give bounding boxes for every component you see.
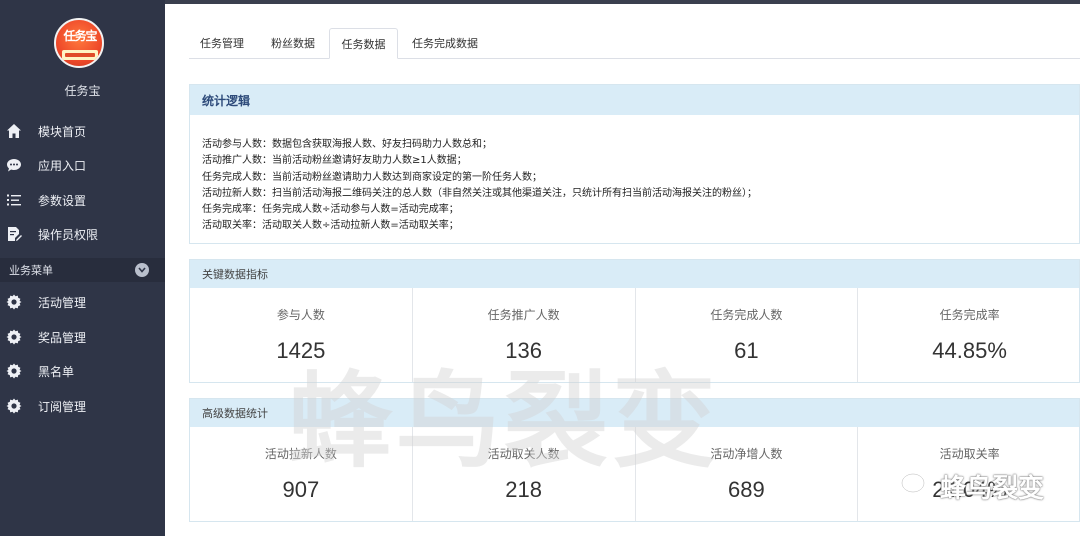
tab-task-data[interactable]: 任务数据 (329, 28, 398, 59)
sidebar-item-label: 黑名单 (38, 364, 75, 379)
sidebar-section-business-menu[interactable]: 业务菜单 (0, 258, 165, 282)
sidebar-item-params[interactable]: 参数设置 (0, 183, 165, 217)
gear-icon (6, 398, 22, 414)
metric-card: 活动净增人数 689 (636, 427, 859, 521)
metric-label: 任务完成率 (939, 308, 1000, 322)
app-name: 任务宝 (64, 84, 101, 98)
statistics-logic-panel: 统计逻辑 活动参与人数：数据包含获取海报人数、好友扫码助力人数总和； 活动推广人… (189, 84, 1080, 244)
sidebar-item-prize-management[interactable]: 奖品管理 (0, 320, 165, 354)
metric-value: 1425 (276, 338, 326, 363)
metric-card: 任务推广人数 136 (413, 288, 636, 382)
key-metrics-panel: 关键数据指标 参与人数 1425 任务推广人数 136 任务完成人数 61 任务… (189, 259, 1080, 383)
document-edit-icon (6, 226, 22, 242)
logic-line: 活动参与人数：数据包含获取海报人数、好友扫码助力人数总和； (202, 139, 492, 150)
sidebar-item-subscription-management[interactable]: 订阅管理 (0, 389, 165, 423)
metric-label: 活动拉新人数 (264, 447, 337, 461)
metric-card: 活动取关人数 218 (413, 427, 636, 521)
logic-line: 活动拉新人数：扫当前活动海报二维码关注的总人数（非自然关注或其他渠道关注，只统计… (202, 187, 757, 199)
tab-task-management[interactable]: 任务管理 (189, 28, 255, 59)
avatar-logo-text: 任务宝 (63, 29, 97, 43)
sidebar-item-home[interactable]: 模块首页 (0, 114, 165, 148)
metric-value: 24.04% (932, 477, 1007, 502)
metric-value: 136 (505, 338, 542, 363)
sidebar-item-operator-permissions[interactable]: 操作员权限 (0, 217, 165, 251)
panel-title: 统计逻辑 (190, 85, 1079, 115)
logic-description: 活动参与人数：数据包含获取海报人数、好友扫码助力人数总和； 活动推广人数：当前活… (190, 115, 1079, 235)
tab-task-completion-data[interactable]: 任务完成数据 (401, 28, 489, 59)
sidebar-item-label: 应用入口 (38, 158, 87, 173)
logic-line: 活动取关率：活动取关人数÷活动拉新人数=活动取关率； (202, 220, 459, 232)
metric-value: 689 (728, 477, 765, 502)
list-settings-icon (6, 192, 22, 208)
metric-label: 任务完成人数 (710, 308, 783, 322)
sidebar: 任务宝 任务宝 模块首页 应用入口 参数设置 操作员权限 业务菜单 活动管理 奖… (0, 0, 165, 536)
sidebar-item-label: 模块首页 (38, 124, 87, 139)
metric-label: 任务推广人数 (487, 308, 560, 322)
tab-bar: 任务管理 粉丝数据 任务数据 任务完成数据 (189, 28, 1080, 59)
metric-card: 任务完成率 44.85% (858, 288, 1080, 382)
sidebar-item-label: 奖品管理 (38, 330, 87, 345)
advanced-metrics-panel: 高级数据统计 活动拉新人数 907 活动取关人数 218 活动净增人数 689 … (189, 398, 1080, 522)
metric-row: 参与人数 1425 任务推广人数 136 任务完成人数 61 任务完成率 44.… (190, 288, 1080, 382)
metric-card: 参与人数 1425 (190, 288, 413, 382)
sidebar-section-label: 业务菜单 (9, 264, 53, 277)
sidebar-item-label: 活动管理 (38, 295, 87, 310)
logic-line: 任务完成人数：当前活动粉丝邀请助力人数达到商家设定的第一阶任务人数； (202, 171, 542, 183)
metric-value: 218 (505, 477, 542, 502)
tab-fan-data[interactable]: 粉丝数据 (259, 28, 327, 59)
panel-title: 关键数据指标 (190, 260, 1079, 288)
metric-value: 907 (282, 477, 320, 502)
sidebar-item-label: 参数设置 (38, 193, 87, 208)
logic-line: 任务完成率：任务完成人数÷活动参与人数=活动完成率； (202, 204, 459, 216)
metric-label: 参与人数 (276, 308, 325, 322)
sidebar-item-label: 订阅管理 (38, 399, 87, 414)
metric-label: 活动取关人数 (487, 447, 560, 461)
top-bar (165, 0, 1080, 4)
panel-title: 高级数据统计 (190, 399, 1079, 427)
metric-value: 44.85% (932, 338, 1007, 363)
sidebar-item-blacklist[interactable]: 黑名单 (0, 354, 165, 388)
gear-icon (6, 363, 22, 379)
chevron-down-icon[interactable] (135, 263, 149, 277)
avatar[interactable]: 任务宝 (54, 18, 104, 68)
metric-row: 活动拉新人数 907 活动取关人数 218 活动净增人数 689 活动取关率 2… (190, 427, 1080, 521)
sidebar-item-label: 操作员权限 (38, 227, 99, 242)
avatar-logo-banner (62, 50, 98, 60)
sidebar-item-app-entry[interactable]: 应用入口 (0, 148, 165, 182)
metric-card: 任务完成人数 61 (636, 288, 859, 382)
home-icon (6, 123, 22, 139)
logic-line: 活动推广人数：当前活动粉丝邀请好友助力人数≥1人数据； (202, 155, 467, 167)
metric-label: 活动取关率 (939, 447, 1000, 461)
metric-card: 活动拉新人数 907 (190, 427, 413, 521)
chat-bubble-icon (6, 157, 22, 173)
metric-label: 活动净增人数 (710, 447, 783, 461)
metric-value: 61 (734, 338, 759, 363)
metric-card: 活动取关率 24.04% (858, 427, 1080, 521)
sidebar-item-activity-management[interactable]: 活动管理 (0, 285, 165, 319)
gear-icon (6, 294, 22, 310)
gear-icon (6, 329, 22, 345)
